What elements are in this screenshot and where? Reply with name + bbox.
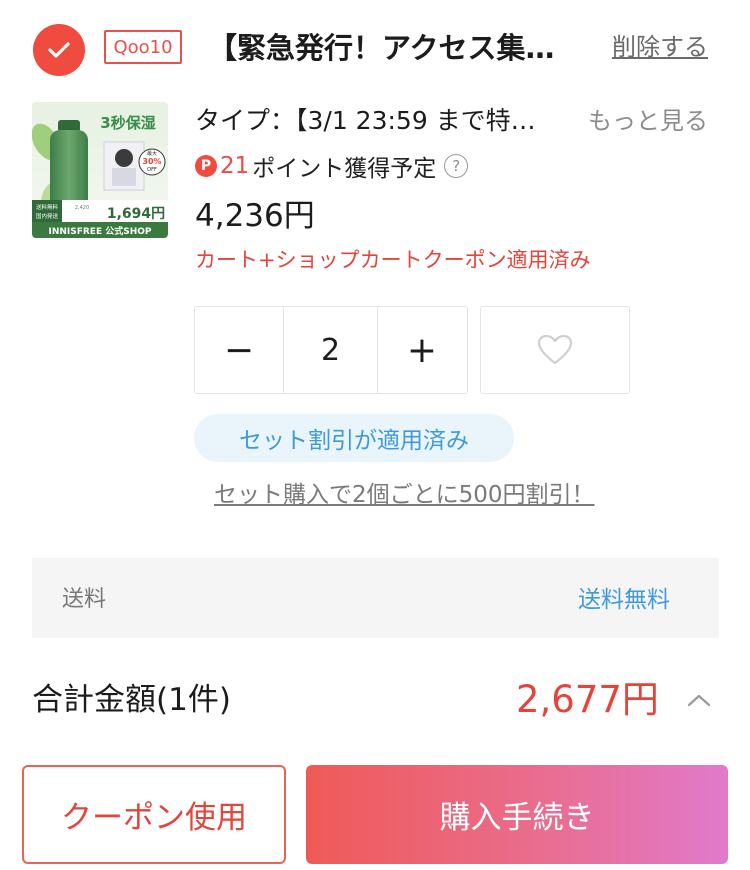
image-small-price: 2,420 [75,205,89,211]
increment-button[interactable]: + [378,307,466,393]
decrement-button[interactable]: − [195,307,283,393]
discount-value: 30% [142,157,161,166]
delete-link[interactable]: 削除する [612,30,708,64]
image-headline: 3秒保湿 [100,114,155,132]
quantity-value[interactable]: 2 [283,307,378,393]
product-price: 4,236円 [195,198,315,234]
product-image[interactable]: 3秒保湿 最大 30% OFF 送料無料 国内発送 2,420 1,694円 I… [32,102,168,238]
check-icon [48,42,70,58]
chevron-up-icon[interactable] [686,692,712,712]
more-link[interactable]: もっと見る [588,104,708,138]
coupon-button[interactable]: クーポン使用 [22,765,286,864]
shipping-value: 送料無料 [578,587,670,613]
shop-badge: Qoo10 [104,30,182,64]
discount-bottom: OFF [147,167,157,173]
quantity-stepper: − 2 + [194,306,468,394]
set-discount-badge: セット割引が適用済み [194,414,514,462]
help-icon[interactable]: ? [444,154,469,178]
points-text: ポイント獲得予定 [252,156,437,182]
shop-name[interactable]: 【緊急発行！アクセス集… [208,28,588,68]
image-big-price: 1,694円 [107,206,165,222]
shipping-label: 送料 [62,587,107,612]
checkout-button[interactable]: 購入手続き [306,765,728,864]
total-label: 合計金額(1件) [32,682,231,718]
total-value: 2,677円 [516,678,659,721]
image-tag-domestic: 国内発送 [36,212,59,220]
product-type: タイプ：【3/1 23:59 まで特… [195,106,536,135]
coupon-applied-text: カート+ショップカートクーポン適用済み [195,248,591,272]
image-tag-free-shipping: 送料無料 [36,203,59,211]
points-value: 21 [220,153,250,179]
image-brand: INNISFREE 公式SHOP [48,225,151,237]
heart-icon [537,334,573,365]
set-discount-link[interactable]: セット購入で2個ごとに500円割引！ [214,478,595,512]
favorite-button[interactable] [480,306,630,394]
discount-top: 最大 [147,150,157,157]
select-checkbox[interactable] [33,24,85,76]
points-icon: P [195,155,217,177]
points-row: P 21 ポイント獲得予定 ? [195,150,469,182]
